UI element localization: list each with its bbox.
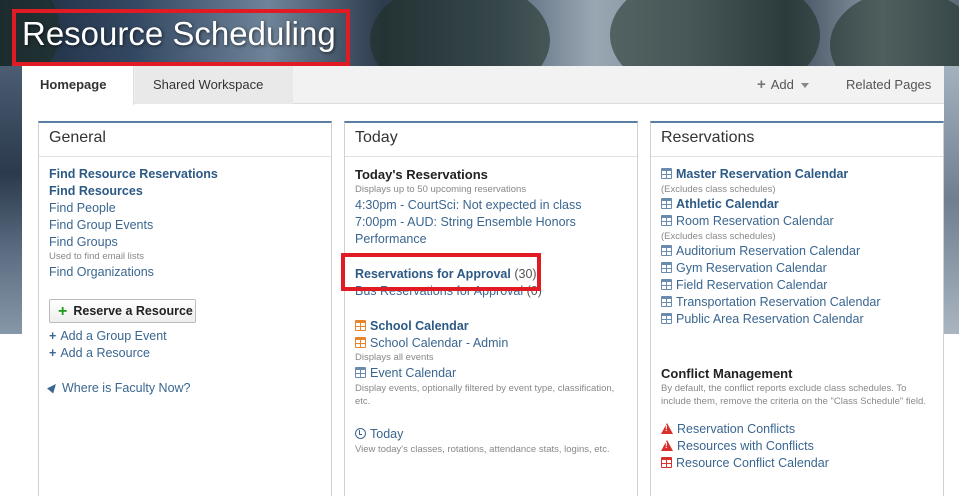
displays-all-note: Displays all events [355, 352, 434, 363]
find-resources-link[interactable]: Find Resources [49, 184, 143, 198]
calendar-icon [661, 198, 672, 209]
add-group-event-label: Add a Group Event [60, 329, 167, 343]
school-calendar-label: School Calendar [370, 319, 469, 333]
tab-shared-workspace[interactable]: Shared Workspace [135, 66, 293, 104]
calendar-icon [661, 245, 672, 256]
general-panel: General Find Resource Reservations Find … [38, 121, 332, 496]
panel-title: Today [355, 129, 398, 146]
calendar-icon [661, 279, 672, 290]
excludes-note: (Excludes class schedules) [661, 231, 776, 242]
related-pages-menu[interactable]: Related Pages [846, 66, 944, 127]
groups-note: Used to find email lists [49, 251, 145, 262]
reservation-conflicts-link[interactable]: Reservation Conflicts [661, 422, 795, 436]
plus-icon: + [49, 329, 57, 343]
athletic-calendar-label: Athletic Calendar [676, 197, 779, 211]
reserve-resource-button[interactable]: + Reserve a Resource [49, 299, 196, 323]
transportation-calendar-label: Transportation Reservation Calendar [676, 295, 881, 309]
school-calendar-admin-link[interactable]: School Calendar - Admin [355, 336, 508, 350]
tab-bar: Homepage Shared Workspace + Add Related P… [22, 66, 944, 127]
field-calendar-label: Field Reservation Calendar [676, 278, 828, 292]
warning-icon [661, 423, 673, 434]
conflict-management-note: By default, the conflict reports exclude… [661, 383, 926, 407]
reserve-resource-label: Reserve a Resource [73, 304, 193, 318]
plus-icon: + [58, 303, 68, 320]
reservation-item[interactable]: 4:30pm - CourtSci: Not expected in class [355, 198, 582, 212]
calendar-icon [661, 457, 672, 468]
resource-conflict-calendar-label: Resource Conflict Calendar [676, 456, 829, 470]
reservation-item-continued[interactable]: Performance [355, 232, 427, 246]
reservation-item[interactable]: 7:00pm - AUD: String Ensemble Honors [355, 215, 576, 229]
room-reservation-calendar-link[interactable]: Room Reservation Calendar [661, 214, 834, 228]
field-reservation-calendar-link[interactable]: Field Reservation Calendar [661, 278, 827, 292]
calendar-icon [355, 337, 366, 348]
resources-with-conflicts-label: Resources with Conflicts [677, 439, 814, 453]
divider [345, 156, 637, 157]
highlight-box-title [12, 9, 350, 66]
resources-with-conflicts-link[interactable]: Resources with Conflicts [661, 439, 814, 453]
where-is-faculty-link[interactable]: Where is Faculty Now? [47, 381, 191, 395]
divider [651, 156, 943, 157]
gym-calendar-label: Gym Reservation Calendar [676, 261, 827, 275]
school-calendar-admin-label: School Calendar - Admin [370, 336, 509, 350]
todays-reservations-heading: Today's Reservations [355, 167, 488, 182]
background-strip-right [944, 66, 959, 334]
gym-reservation-calendar-link[interactable]: Gym Reservation Calendar [661, 261, 827, 275]
conflict-management-heading: Conflict Management [661, 366, 793, 381]
add-resource-label: Add a Resource [60, 346, 150, 360]
today-note: View today's classes, rotations, attenda… [355, 444, 610, 455]
master-calendar-label: Master Reservation Calendar [676, 167, 849, 181]
today-link[interactable]: Today [355, 427, 403, 441]
plus-icon: + [49, 346, 57, 360]
calendar-icon [355, 320, 366, 331]
today-link-label: Today [370, 427, 404, 441]
calendar-icon [661, 215, 672, 226]
event-calendar-note: Display events, optionally filtered by e… [355, 383, 615, 407]
calendar-icon [355, 367, 366, 378]
todays-reservations-note: Displays up to 50 upcoming reservations [355, 184, 527, 195]
panel-title: General [49, 129, 106, 146]
add-menu[interactable]: + Add [757, 66, 809, 104]
where-is-faculty-label: Where is Faculty Now? [62, 381, 191, 395]
add-menu-label: Add [770, 77, 794, 92]
reservation-conflicts-label: Reservation Conflicts [677, 422, 796, 436]
related-pages-label: Related Pages [846, 77, 932, 92]
find-organizations-link[interactable]: Find Organizations [49, 265, 154, 279]
school-calendar-link[interactable]: School Calendar [355, 319, 469, 333]
calendar-icon [661, 262, 672, 273]
divider [39, 156, 331, 157]
event-calendar-link[interactable]: Event Calendar [355, 366, 456, 380]
room-calendar-label: Room Reservation Calendar [676, 214, 834, 228]
reservations-panel: Reservations Master Reservation Calendar… [650, 121, 944, 496]
public-area-reservation-calendar-link[interactable]: Public Area Reservation Calendar [661, 312, 864, 326]
panel-title: Reservations [661, 129, 755, 146]
auditorium-reservation-calendar-link[interactable]: Auditorium Reservation Calendar [661, 244, 860, 258]
location-arrow-icon [47, 381, 59, 394]
add-resource-link[interactable]: + Add a Resource [49, 346, 150, 360]
athletic-calendar-link[interactable]: Athletic Calendar [661, 197, 779, 211]
public-area-calendar-label: Public Area Reservation Calendar [676, 312, 864, 326]
master-reservation-calendar-link[interactable]: Master Reservation Calendar [661, 167, 848, 181]
auditorium-calendar-label: Auditorium Reservation Calendar [676, 244, 861, 258]
calendar-icon [661, 313, 672, 324]
find-people-link[interactable]: Find People [49, 201, 116, 215]
find-group-events-link[interactable]: Find Group Events [49, 218, 153, 232]
find-resource-reservations-link[interactable]: Find Resource Reservations [49, 167, 218, 181]
today-panel: Today Today's Reservations Displays up t… [344, 121, 638, 496]
background-strip-left [0, 66, 22, 334]
highlight-box-approval [341, 253, 541, 291]
event-calendar-label: Event Calendar [370, 366, 457, 380]
calendar-icon [661, 168, 672, 179]
tab-shared-workspace-label: Shared Workspace [153, 77, 264, 92]
clock-icon [355, 428, 366, 439]
plus-icon: + [757, 76, 766, 93]
warning-icon [661, 440, 673, 451]
calendar-icon [661, 296, 672, 307]
find-groups-link[interactable]: Find Groups [49, 235, 118, 249]
transportation-reservation-calendar-link[interactable]: Transportation Reservation Calendar [661, 295, 881, 309]
excludes-note: (Excludes class schedules) [661, 184, 776, 195]
chevron-down-icon [800, 83, 809, 89]
tab-homepage[interactable]: Homepage [22, 66, 134, 105]
resource-conflict-calendar-link[interactable]: Resource Conflict Calendar [661, 456, 829, 470]
add-group-event-link[interactable]: + Add a Group Event [49, 329, 167, 343]
